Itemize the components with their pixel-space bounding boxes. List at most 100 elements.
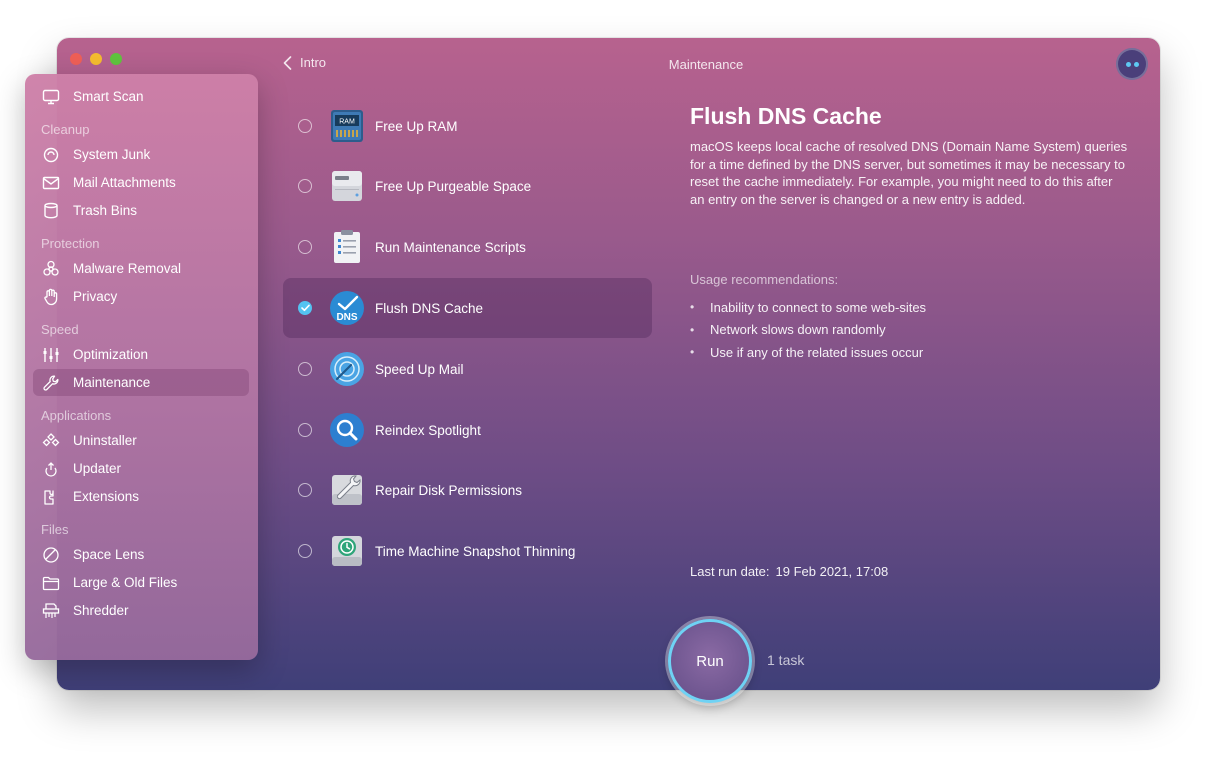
sidebar-item-updater[interactable]: Updater xyxy=(33,455,249,482)
task-checkbox[interactable] xyxy=(298,240,312,254)
sidebar-section-files: Files xyxy=(41,522,69,537)
task-label: Free Up RAM xyxy=(375,118,458,134)
sidebar-item-label: Privacy xyxy=(73,289,118,304)
hand-icon xyxy=(41,287,61,307)
sidebar-item-label: Space Lens xyxy=(73,547,145,562)
mail-stamp-icon xyxy=(329,351,365,387)
spotlight-icon xyxy=(329,412,365,448)
sidebar-item-label: Smart Scan xyxy=(73,89,144,104)
sidebar-section-applications: Applications xyxy=(41,408,112,423)
sidebar-item-label: Maintenance xyxy=(73,375,151,390)
sidebar-item-label: Shredder xyxy=(73,603,129,618)
task-checkbox[interactable] xyxy=(298,362,312,376)
sidebar-item-smart-scan[interactable]: Smart Scan xyxy=(33,83,249,110)
sidebar-item-maintenance[interactable]: Maintenance xyxy=(33,369,249,396)
task-time-machine-snapshot-thinning[interactable]: Time Machine Snapshot Thinning xyxy=(283,521,652,581)
minimize-window-button[interactable] xyxy=(90,53,102,65)
task-label: Free Up Purgeable Space xyxy=(375,178,532,194)
sidebar: Smart Scan Cleanup System Junk Mail Atta… xyxy=(25,74,258,660)
zoom-window-button[interactable] xyxy=(110,53,122,65)
page-title: Maintenance xyxy=(668,57,744,72)
monitor-icon xyxy=(41,87,61,107)
sidebar-item-large-old-files[interactable]: Large & Old Files xyxy=(33,569,249,596)
sidebar-item-privacy[interactable]: Privacy xyxy=(33,283,249,310)
shredder-icon xyxy=(41,601,61,621)
sliders-icon xyxy=(41,345,61,365)
bullet-icon: • xyxy=(690,322,695,337)
run-button[interactable]: Run xyxy=(668,619,752,703)
task-checkbox[interactable] xyxy=(298,119,312,133)
trash-bin-icon xyxy=(41,145,61,165)
list-item: • Inability to connect to some web-sites xyxy=(690,296,926,319)
sidebar-section-protection: Protection xyxy=(41,236,100,251)
ram-icon-label: RAM xyxy=(339,119,355,126)
sidebar-item-label: Large & Old Files xyxy=(73,575,178,590)
sidebar-item-extensions[interactable]: Extensions xyxy=(33,483,249,510)
task-reindex-spotlight[interactable]: Reindex Spotlight xyxy=(283,400,652,460)
sidebar-item-label: System Junk xyxy=(73,147,151,162)
back-button[interactable]: Intro xyxy=(283,55,326,70)
usage-recommendations-title: Usage recommendations: xyxy=(690,272,839,287)
lens-icon xyxy=(41,545,61,565)
sidebar-item-uninstaller[interactable]: Uninstaller xyxy=(33,427,249,454)
assistant-avatar-icon[interactable] xyxy=(1116,48,1148,80)
task-checkbox[interactable] xyxy=(298,179,312,193)
back-button-label: Intro xyxy=(300,55,327,70)
task-label: Reindex Spotlight xyxy=(375,422,481,438)
apps-icon xyxy=(41,431,61,451)
sidebar-item-trash-bins[interactable]: Trash Bins xyxy=(33,197,249,224)
task-repair-disk-permissions[interactable]: Repair Disk Permissions xyxy=(283,460,652,520)
sidebar-item-label: Uninstaller xyxy=(73,433,137,448)
usage-item-text: Use if any of the related issues occur xyxy=(710,344,924,360)
sidebar-item-label: Malware Removal xyxy=(73,261,182,276)
wrench-icon xyxy=(41,373,61,393)
update-icon xyxy=(41,459,61,479)
sidebar-item-space-lens[interactable]: Space Lens xyxy=(33,541,249,568)
task-checkbox[interactable] xyxy=(298,301,312,315)
close-window-button[interactable] xyxy=(70,53,82,65)
usage-item-text: Network slows down randomly xyxy=(710,322,886,338)
sidebar-item-optimization[interactable]: Optimization xyxy=(33,341,249,368)
task-free-up-purgeable-space[interactable]: Free Up Purgeable Space xyxy=(283,156,652,216)
list-item: • Use if any of the related issues occur xyxy=(690,341,926,364)
last-run-value: 19 Feb 2021, 17:08 xyxy=(775,564,889,579)
sidebar-item-shredder[interactable]: Shredder xyxy=(33,597,249,624)
disk-icon xyxy=(329,168,365,204)
ram-icon: RAM xyxy=(329,108,365,144)
bullet-icon: • xyxy=(690,300,695,315)
sidebar-item-label: Optimization xyxy=(73,347,149,362)
task-label: Flush DNS Cache xyxy=(375,300,484,316)
task-label: Repair Disk Permissions xyxy=(375,482,523,498)
sidebar-item-mail-attachments[interactable]: Mail Attachments xyxy=(33,169,249,196)
sidebar-item-malware-removal[interactable]: Malware Removal xyxy=(33,255,249,282)
sidebar-item-label: Trash Bins xyxy=(73,203,138,218)
dns-icon-label: DNS xyxy=(336,312,357,323)
sidebar-item-label: Updater xyxy=(73,461,122,476)
task-run-maintenance-scripts[interactable]: Run Maintenance Scripts xyxy=(283,217,652,277)
sidebar-item-label: Mail Attachments xyxy=(73,175,176,190)
chevron-left-icon xyxy=(283,55,292,70)
task-label: Time Machine Snapshot Thinning xyxy=(375,543,576,559)
window-controls xyxy=(70,53,122,65)
detail-title: Flush DNS Cache xyxy=(690,103,882,129)
task-checkbox[interactable] xyxy=(298,423,312,437)
task-speed-up-mail[interactable]: Speed Up Mail xyxy=(283,339,652,399)
detail-description: macOS keeps local cache of resolved DNS … xyxy=(690,139,1128,207)
task-label: Run Maintenance Scripts xyxy=(375,239,526,255)
list-item: • Network slows down randomly xyxy=(690,319,926,342)
dns-icon: DNS xyxy=(329,290,365,326)
task-free-up-ram[interactable]: RAM Free Up RAM xyxy=(283,96,652,156)
task-checkbox[interactable] xyxy=(298,544,312,558)
last-run-label: Last run date: xyxy=(690,564,770,579)
task-checkbox[interactable] xyxy=(298,483,312,497)
clipboard-icon xyxy=(329,229,365,265)
biohazard-icon xyxy=(41,259,61,279)
sidebar-section-speed: Speed xyxy=(41,322,79,337)
task-count: 1 task xyxy=(767,652,805,668)
checkmark-icon xyxy=(300,304,310,312)
envelope-icon xyxy=(41,173,61,193)
bin-icon xyxy=(41,201,61,221)
sidebar-section-cleanup: Cleanup xyxy=(41,122,90,137)
task-flush-dns-cache[interactable]: DNS Flush DNS Cache xyxy=(283,278,652,338)
sidebar-item-system-junk[interactable]: System Junk xyxy=(33,141,249,168)
